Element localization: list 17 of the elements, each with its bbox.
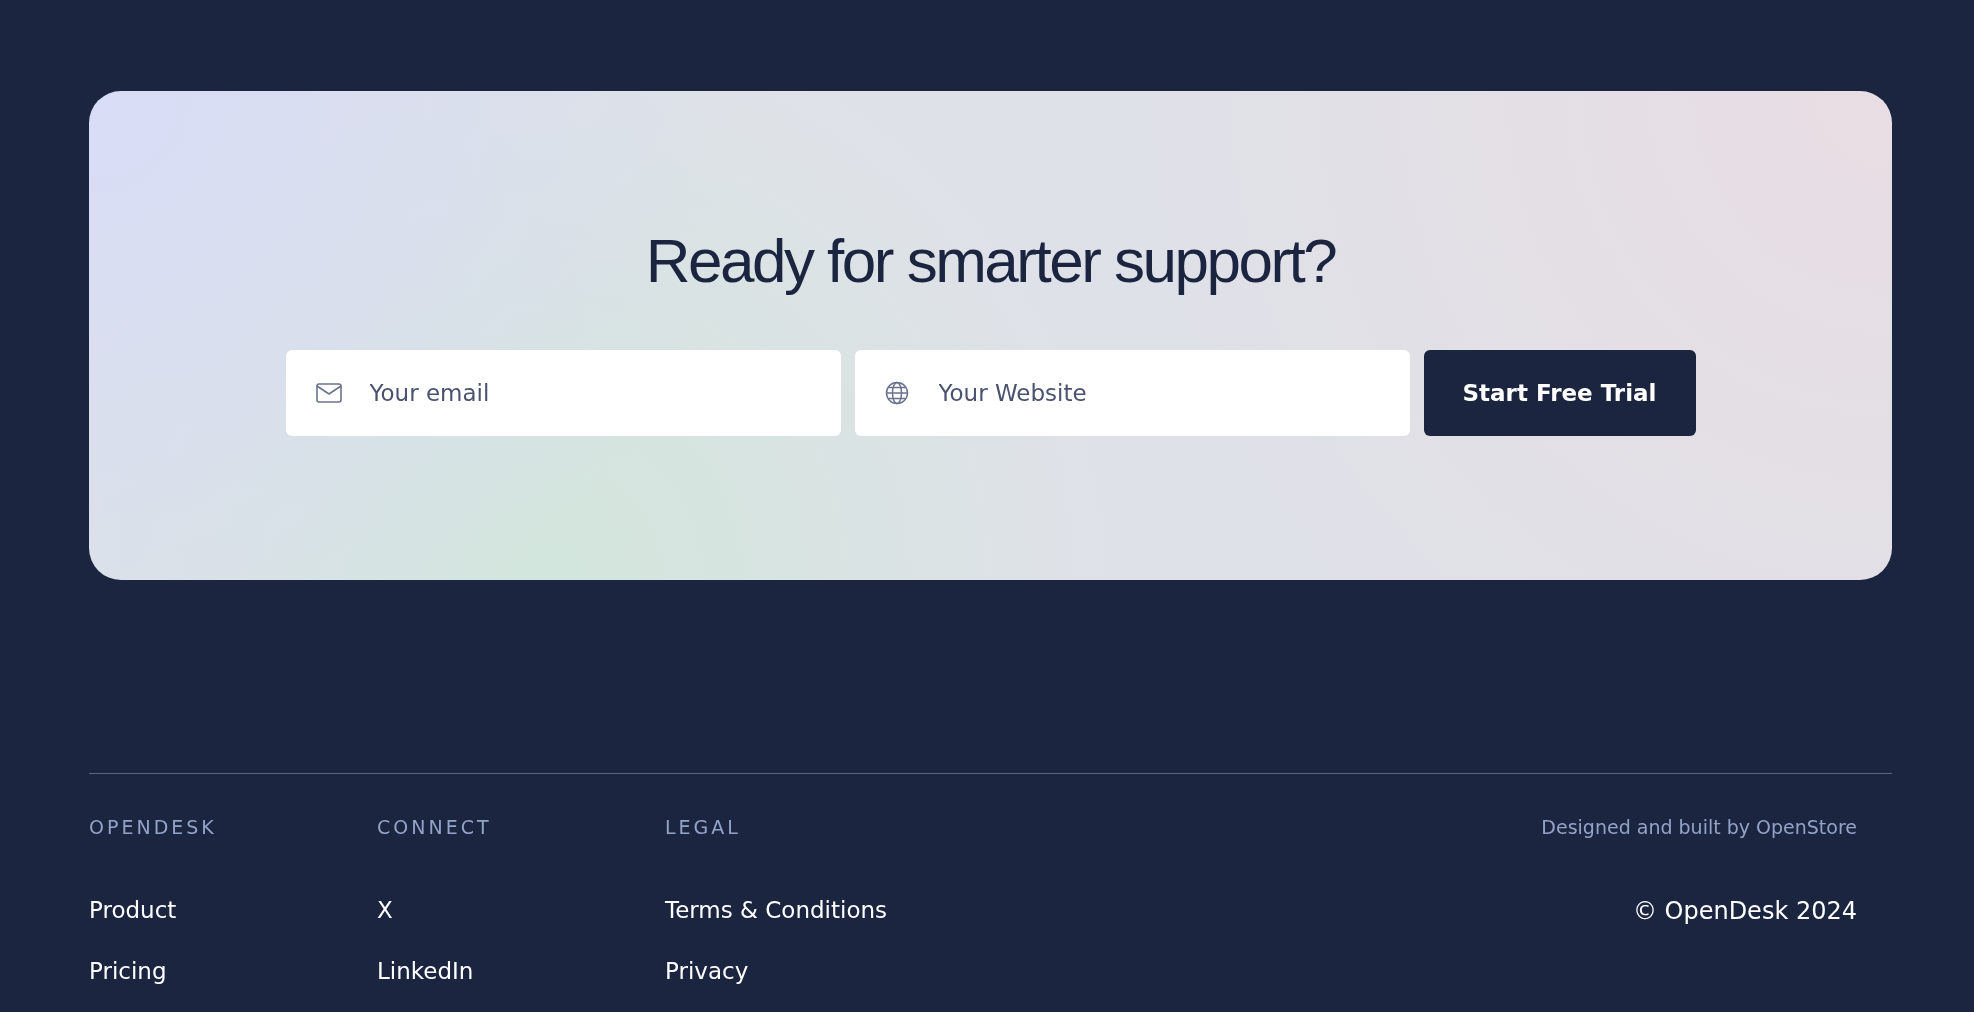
mail-icon [315,383,342,403]
credit-text: Designed and built by OpenStore [1541,816,1857,838]
footer-heading: OPENDESK [89,816,218,838]
footer-link[interactable]: LinkedIn [377,958,665,984]
globe-icon [884,381,909,405]
footer-link[interactable]: Terms & Conditions [665,897,953,923]
footer-link[interactable]: Product [89,897,377,923]
footer-link[interactable]: Pricing [89,958,377,984]
footer-link[interactable]: Privacy [665,958,953,984]
footer-heading: LEGAL [665,816,742,838]
start-trial-button[interactable]: Start Free Trial [1423,350,1696,436]
footer-heading: CONNECT [377,816,493,838]
website-field[interactable]: Your Website [854,350,1410,436]
email-field[interactable]: Your email [285,350,841,436]
cta-title: Ready for smarter support? [645,225,1336,296]
footer-link[interactable]: X [377,897,665,923]
copyright-text: © OpenDesk 2024 [1632,897,1857,925]
